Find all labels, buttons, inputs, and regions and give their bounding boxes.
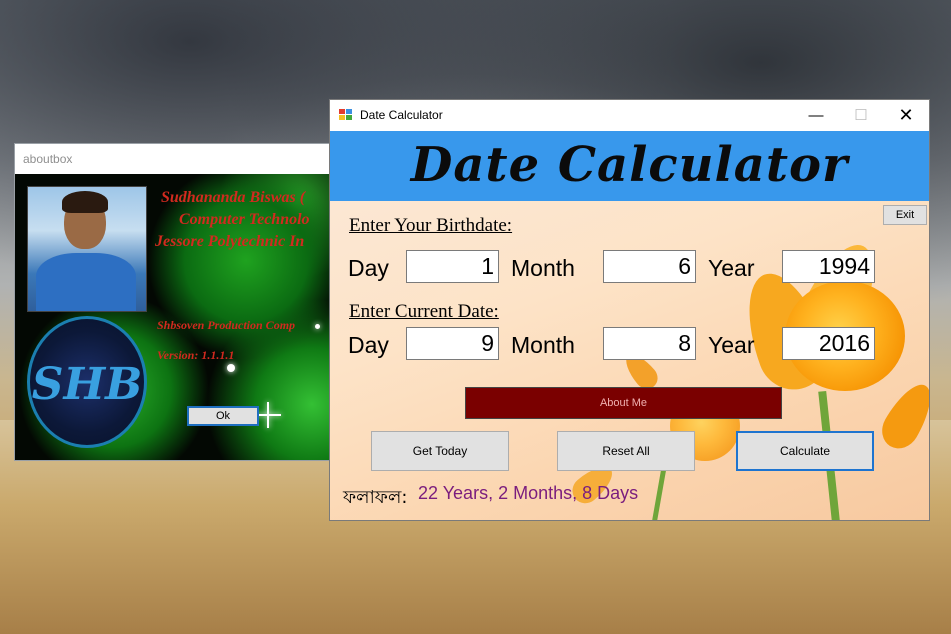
current-day-input[interactable]: 9	[406, 327, 499, 360]
current-date-section-label: Enter Current Date:	[349, 301, 499, 322]
exit-button[interactable]: Exit	[883, 205, 927, 225]
current-day-label: Day	[348, 332, 389, 358]
current-year-input[interactable]: 2016	[782, 327, 875, 360]
close-button[interactable]: ✕	[883, 100, 929, 131]
minimize-button[interactable]: —	[793, 100, 839, 131]
sparkle-dot	[227, 364, 235, 372]
calculate-button[interactable]: Calculate	[736, 431, 874, 471]
birth-year-input[interactable]: 1994	[782, 250, 875, 283]
aboutbox-window: aboutbox SHB Sudhananda Biswas ( Compute…	[14, 143, 344, 461]
aboutbox-titlebar[interactable]: aboutbox	[15, 144, 343, 174]
ok-button[interactable]: Ok	[187, 406, 259, 426]
header-banner: Date Calculator	[330, 131, 929, 201]
window-titlebar[interactable]: Date Calculator — ☐ ✕	[330, 100, 929, 131]
author-department: Computer Technolo	[179, 211, 310, 228]
birthdate-section-label: Enter Your Birthdate:	[349, 215, 513, 236]
birth-year-label: Year	[708, 255, 755, 281]
version-label: Version: 1.1.1.1	[157, 348, 235, 362]
current-year-label: Year	[708, 332, 755, 358]
reset-all-button[interactable]: Reset All	[557, 431, 695, 471]
author-institute: Jessore Polytechnic In	[155, 233, 305, 250]
app-icon	[339, 109, 353, 121]
result-value: 22 Years, 2 Months, 8 Days	[418, 483, 639, 503]
maximize-button[interactable]: ☐	[838, 100, 884, 131]
current-month-input[interactable]: 8	[603, 327, 696, 360]
author-photo	[27, 186, 147, 312]
birth-day-input[interactable]: 1	[406, 250, 499, 283]
production-company: Shbsoven Production Comp	[157, 318, 296, 332]
sparkle-dot	[315, 324, 320, 329]
birth-month-input[interactable]: 6	[603, 250, 696, 283]
author-name: Sudhananda Biswas (	[161, 189, 306, 206]
app-heading: Date Calculator	[410, 137, 849, 193]
window-title: Date Calculator	[360, 108, 443, 122]
about-me-button[interactable]: About Me	[465, 387, 782, 419]
form-area: Date Calculator Exit Enter Your Birthdat…	[330, 131, 929, 520]
author-logo: SHB	[27, 316, 147, 448]
result-label: ফলাফল:	[343, 487, 408, 508]
birth-month-label: Month	[511, 255, 575, 281]
date-calculator-window: Date Calculator — ☐ ✕ Date Calculator Ex…	[329, 99, 930, 521]
current-month-label: Month	[511, 332, 575, 358]
birth-day-label: Day	[348, 255, 389, 281]
get-today-button[interactable]: Get Today	[371, 431, 509, 471]
